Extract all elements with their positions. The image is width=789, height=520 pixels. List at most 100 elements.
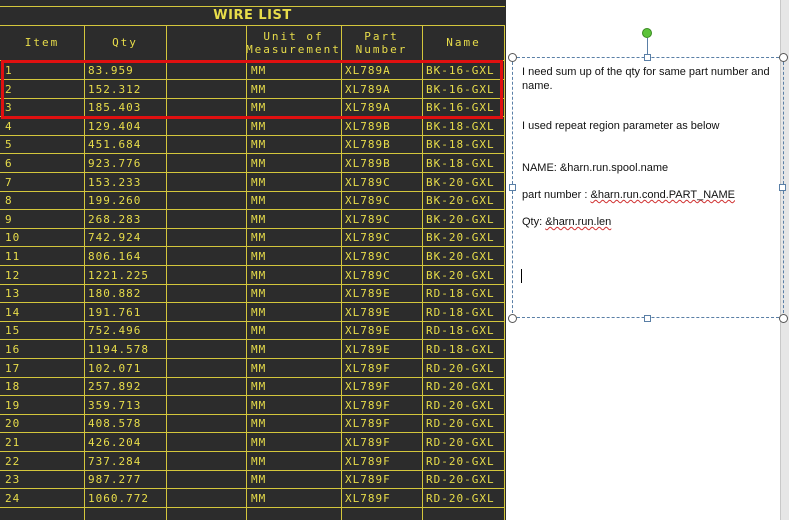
cell-part-number: XL789F	[345, 380, 391, 394]
resize-handle-icon[interactable]	[644, 54, 651, 61]
table-row: 10 742.924 MM XL789C BK-20-GXL	[0, 228, 505, 248]
cell-qty: 806.164	[88, 250, 142, 263]
cell-item: 5	[5, 138, 13, 152]
cell-name: RD-18-GXL	[426, 343, 495, 356]
table-row: 15 752.496 MM XL789E RD-18-GXL	[0, 321, 505, 341]
cell-part-number: XL789C	[345, 194, 391, 208]
cell-name: BK-18-GXL	[426, 138, 495, 152]
cell-unit: MM	[251, 138, 267, 152]
cell-part-number: XL789B	[345, 138, 391, 152]
cell-item: 24	[5, 491, 21, 505]
cell-item: 6	[5, 157, 13, 170]
cell-qty: 752.496	[88, 324, 142, 338]
cell-qty: 191.761	[88, 305, 142, 319]
cell-item: 23	[5, 473, 21, 487]
cell-part-number: XL789C	[345, 175, 391, 189]
table-row: 6 923.776 MM XL789B BK-18-GXL	[0, 154, 505, 173]
cell-name: RD-20-GXL	[426, 398, 495, 412]
resize-handle-icon[interactable]	[779, 314, 788, 323]
cell-name: BK-20-GXL	[426, 212, 495, 226]
note-line-1: I need sum up of the qty for same part n…	[522, 66, 770, 92]
cell-item: 22	[5, 454, 21, 468]
cell-unit: MM	[251, 157, 267, 170]
table-row: 24 1060.772 MM XL789F RD-20-GXL	[0, 489, 505, 508]
cell-item: 19	[5, 398, 21, 412]
qty-label: Qty:	[522, 216, 546, 228]
table-row: 4 129.404 MM XL789B BK-18-GXL	[0, 117, 505, 136]
resize-handle-icon[interactable]	[508, 314, 517, 323]
resize-handle-icon[interactable]	[509, 184, 516, 191]
header-unit: Unit of Measurement	[246, 29, 341, 56]
cell-item: 9	[5, 212, 13, 226]
note-textbox[interactable]: I need sum up of the qty for same part n…	[512, 57, 784, 318]
cell-qty: 129.404	[88, 119, 142, 133]
wire-list-table: WIRE LIST Item Qty Unit of Measurement P…	[0, 0, 506, 520]
cell-qty: 268.283	[88, 212, 142, 226]
header-name: Name	[446, 36, 481, 49]
text-caret	[521, 269, 522, 283]
cell-part-number: XL789F	[345, 473, 391, 487]
cell-item: 8	[5, 194, 13, 208]
cell-name: BK-20-GXL	[426, 268, 495, 282]
cell-item: 7	[5, 175, 13, 189]
resize-handle-icon[interactable]	[779, 184, 786, 191]
table-row: 13 180.882 MM XL789E RD-18-GXL	[0, 284, 505, 304]
cell-name: RD-20-GXL	[426, 454, 495, 468]
cell-qty: 257.892	[88, 380, 142, 394]
cell-qty: 987.277	[88, 473, 142, 487]
cell-item: 10	[5, 231, 21, 245]
cell-unit: MM	[251, 398, 267, 412]
cell-qty: 359.713	[88, 398, 142, 412]
cell-name: BK-18-GXL	[426, 157, 495, 170]
cell-name: BK-20-GXL	[426, 175, 495, 189]
rotate-handle-icon[interactable]	[642, 28, 652, 38]
resize-handle-icon[interactable]	[779, 53, 788, 62]
cell-part-number: XL789E	[345, 287, 391, 301]
qty-value: &harn.run.len	[545, 216, 612, 228]
cell-part-number: XL789B	[345, 157, 391, 170]
header-item: Item	[24, 36, 60, 49]
cell-name: BK-20-GXL	[426, 194, 495, 208]
header-top-border	[0, 25, 505, 26]
table-row: 20 408.578 MM XL789F RD-20-GXL	[0, 414, 505, 434]
cell-qty: 742.924	[88, 231, 142, 245]
note-part-line: part number : &harn.run.cond.PART_NAME	[522, 188, 782, 202]
cell-item: 17	[5, 361, 21, 375]
cell-item: 12	[5, 268, 21, 282]
table-row: 22 737.284 MM XL789F RD-20-GXL	[0, 452, 505, 471]
resize-handle-icon[interactable]	[508, 53, 517, 62]
name-value: &harn.run.spool.name	[559, 162, 669, 174]
cell-unit: MM	[251, 250, 267, 263]
header-part-number: Part Number	[355, 29, 408, 56]
note-qty-line: Qty: &harn.run.len	[522, 215, 782, 229]
cell-part-number: XL789E	[345, 324, 391, 338]
resize-handle-icon[interactable]	[644, 315, 651, 322]
note-line-2: I used repeat region parameter as below	[522, 120, 720, 132]
cell-qty: 451.684	[88, 138, 142, 152]
cell-name: RD-20-GXL	[426, 380, 495, 394]
cell-qty: 923.776	[88, 157, 142, 170]
cell-unit: MM	[251, 305, 267, 319]
table-row: 18 257.892 MM XL789F RD-20-GXL	[0, 377, 505, 397]
header-qty: Qty	[112, 36, 138, 49]
cell-item: 16	[5, 343, 21, 356]
table-row: 14 191.761 MM XL789E RD-18-GXL	[0, 303, 505, 322]
cell-unit: MM	[251, 119, 267, 133]
cell-unit: MM	[251, 473, 267, 487]
cell-name: RD-18-GXL	[426, 324, 495, 338]
cell-unit: MM	[251, 287, 267, 301]
cell-name: BK-20-GXL	[426, 231, 495, 245]
cell-item: 4	[5, 119, 13, 133]
table-row: 7 153.233 MM XL789C BK-20-GXL	[0, 173, 505, 192]
cell-item: 15	[5, 324, 21, 338]
cell-unit: MM	[251, 343, 267, 356]
cell-name: BK-20-GXL	[426, 250, 495, 263]
table-row: 9 268.283 MM XL789C BK-20-GXL	[0, 210, 505, 229]
cell-part-number: XL789C	[345, 231, 391, 245]
cell-part-number: XL789E	[345, 343, 391, 356]
table-title: WIRE LIST	[0, 6, 505, 26]
table-row: 11 806.164 MM XL789C BK-20-GXL	[0, 247, 505, 266]
cell-qty: 1060.772	[88, 491, 149, 505]
cell-unit: MM	[251, 436, 267, 449]
cell-part-number: XL789F	[345, 491, 391, 505]
